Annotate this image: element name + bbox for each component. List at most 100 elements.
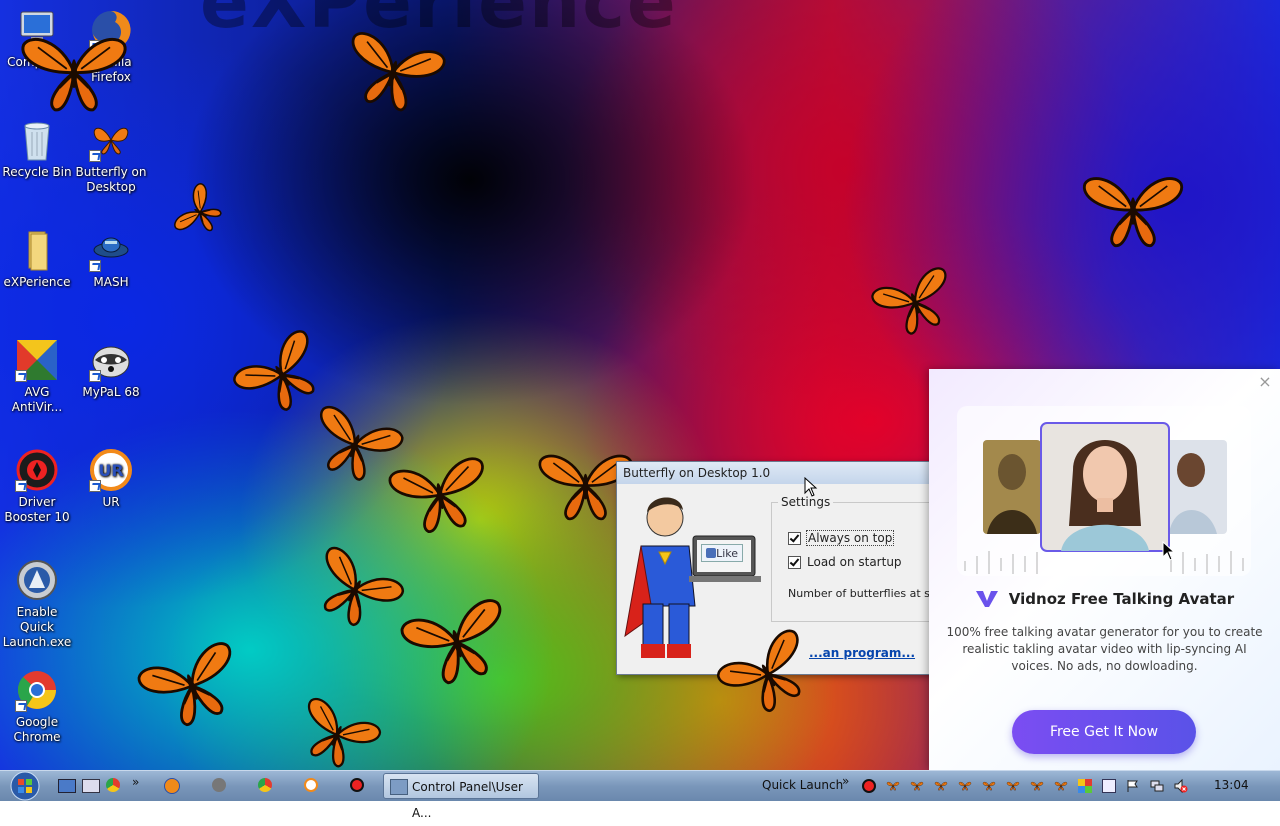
desktop-icon-label: Enable Quick Launch.exe — [2, 605, 72, 649]
quick-launch-chevron-icon[interactable]: » — [842, 774, 849, 788]
butterfly-sprite — [172, 181, 230, 245]
desktop-icon-label: MyPaL 68 — [82, 385, 140, 399]
svg-text:UR: UR — [98, 461, 123, 480]
load-on-startup-checkbox[interactable]: Load on startup — [788, 555, 902, 569]
action-center-flag-icon[interactable] — [1126, 779, 1140, 793]
document-tray-icon[interactable] — [1102, 779, 1116, 793]
desktop-icon-label: eXPerience — [3, 275, 71, 289]
butterfly-sprite — [869, 264, 962, 344]
start-button-icon[interactable] — [8, 771, 42, 801]
thumbs-up-icon — [706, 548, 716, 558]
chrome-taskbar-icon[interactable] — [258, 775, 274, 797]
network-icon[interactable] — [1150, 779, 1164, 793]
dialog-title-bar[interactable]: Butterfly on Desktop 1.0 — [617, 462, 947, 484]
shortcut-arrow-icon — [15, 480, 27, 492]
popup-description: 100% free talking avatar generator for y… — [946, 625, 1263, 673]
popup-title: Vidnoz Free Talking Avatar — [929, 589, 1280, 609]
vidnoz-ad-popup: × Vidnoz Free Talking Avatar 100% free t… — [929, 369, 1280, 770]
shortcut-arrow-icon — [89, 150, 101, 162]
butterfly-tray-icon[interactable] — [934, 779, 948, 793]
taskbar-button-label: Control Panel\User A... — [412, 780, 523, 820]
shortcut-arrow-icon — [89, 260, 101, 272]
desktop-icon-label: MASH — [93, 275, 129, 289]
taskbar-button-control-panel[interactable]: Control Panel\User A... — [383, 773, 539, 820]
butterfly-sprite — [398, 596, 517, 693]
butterfly-tray-icon[interactable] — [1006, 779, 1020, 793]
desktop-icon-chrome[interactable]: Google Chrome — [0, 668, 74, 745]
desktop-icon-driver-booster[interactable]: Driver Booster 10 — [0, 448, 74, 525]
checkbox-checked-icon — [788, 531, 801, 545]
desktop-icon-mash[interactable]: MASH — [74, 228, 148, 290]
avatar-preview-card — [957, 406, 1251, 576]
shortcut-arrow-icon — [89, 480, 101, 492]
driver-booster-taskbar-icon[interactable] — [350, 775, 366, 797]
desktop-icon-enable-quick-launch[interactable]: Enable Quick Launch.exe — [0, 558, 74, 650]
butterfly-count-label: Number of butterflies at start — [788, 587, 950, 600]
desktop-icon-label: Butterfly on Desktop — [75, 165, 147, 194]
quick-launch-icon — [15, 558, 59, 602]
desktop-icon-ur[interactable]: UR UR — [74, 448, 148, 510]
butterfly-tray-icon[interactable] — [886, 779, 900, 793]
butterfly-tray-icon[interactable] — [1030, 779, 1044, 793]
always-on-top-checkbox[interactable]: Always on top — [788, 530, 895, 546]
chrome-icon — [15, 668, 59, 712]
close-icon[interactable]: × — [1258, 374, 1272, 390]
desktop-icon-label: UR — [102, 495, 120, 509]
chrome-quicklaunch-icon[interactable] — [106, 775, 122, 797]
show-desktop-icon[interactable] — [58, 775, 76, 797]
shortcut-arrow-icon — [15, 700, 27, 712]
volume-muted-icon[interactable] — [1174, 779, 1188, 793]
butterfly-icon — [89, 118, 133, 162]
free-get-it-now-button[interactable]: Free Get It Now — [1012, 710, 1196, 754]
butterfly-tray-icon[interactable] — [982, 779, 996, 793]
mypal-icon — [89, 338, 133, 382]
ur-browser-icon: UR — [89, 448, 133, 492]
butterfly-sprite — [387, 455, 494, 539]
settings-legend: Settings — [778, 495, 834, 509]
settings-groupbox: Settings Always on top Load on startup N… — [771, 495, 953, 622]
popup-title-text: Vidnoz Free Talking Avatar — [1008, 590, 1235, 608]
avatar-preview-illustration — [964, 422, 1244, 574]
mouse-cursor-icon — [1162, 541, 1176, 561]
taskbar-clock[interactable]: 13:04 — [1214, 778, 1249, 792]
desktop-icon-label: Driver Booster 10 — [4, 495, 70, 524]
mouse-cursor-icon — [804, 477, 818, 497]
ur-taskbar-icon[interactable] — [304, 775, 320, 797]
desktop-icon-label: Recycle Bin — [2, 165, 72, 179]
driver-booster-tray-icon[interactable] — [862, 779, 876, 793]
butterfly-tray-icon[interactable] — [1054, 779, 1068, 793]
taskbar: » Control Panel\User A... Quick Launch »… — [0, 770, 1280, 820]
avg-icon — [15, 338, 59, 382]
always-on-top-label: Always on top — [805, 530, 895, 546]
butterfly-tray-icon[interactable] — [958, 779, 972, 793]
desktop: eXPerience Computer Mozilla Firefox Recy… — [0, 0, 1280, 770]
butterfly-sprite — [289, 695, 384, 770]
explorer-quicklaunch-icon[interactable] — [82, 775, 100, 797]
desktop-icon-avg[interactable]: AVG AntiVir... — [0, 338, 74, 415]
mypal-taskbar-icon[interactable] — [212, 775, 228, 797]
windows-flag-tray-icon[interactable] — [1078, 779, 1092, 793]
like-button[interactable]: Like — [701, 544, 743, 562]
like-label: Like — [716, 547, 738, 560]
desktop-icon-label: Google Chrome — [13, 715, 61, 744]
driver-booster-icon — [15, 448, 59, 492]
quicklaunch-chevron-icon[interactable]: » — [132, 775, 142, 797]
butterfly-sprite — [1082, 177, 1184, 248]
mash-icon — [89, 228, 133, 272]
recycle-bin-icon — [15, 118, 59, 162]
desktop-icon-experience[interactable]: eXPerience — [0, 228, 74, 290]
desktop-icon-mypal[interactable]: MyPaL 68 — [74, 338, 148, 400]
shortcut-arrow-icon — [89, 370, 101, 382]
butterfly-sprite — [21, 37, 127, 112]
desktop-icon-label: AVG AntiVir... — [11, 385, 63, 414]
control-panel-icon — [390, 779, 408, 795]
program-link[interactable]: ...an program... — [809, 646, 915, 660]
firefox-taskbar-icon[interactable] — [164, 775, 180, 797]
butterfly-tray-icon[interactable] — [910, 779, 924, 793]
quick-launch-label: Quick Launch — [762, 778, 844, 792]
desktop-icon-recycle-bin[interactable]: Recycle Bin — [0, 118, 74, 180]
desktop-icon-butterfly[interactable]: Butterfly on Desktop — [74, 118, 148, 195]
folder-icon — [15, 228, 59, 272]
shortcut-arrow-icon — [15, 370, 27, 382]
vidnoz-logo-icon — [975, 591, 998, 607]
